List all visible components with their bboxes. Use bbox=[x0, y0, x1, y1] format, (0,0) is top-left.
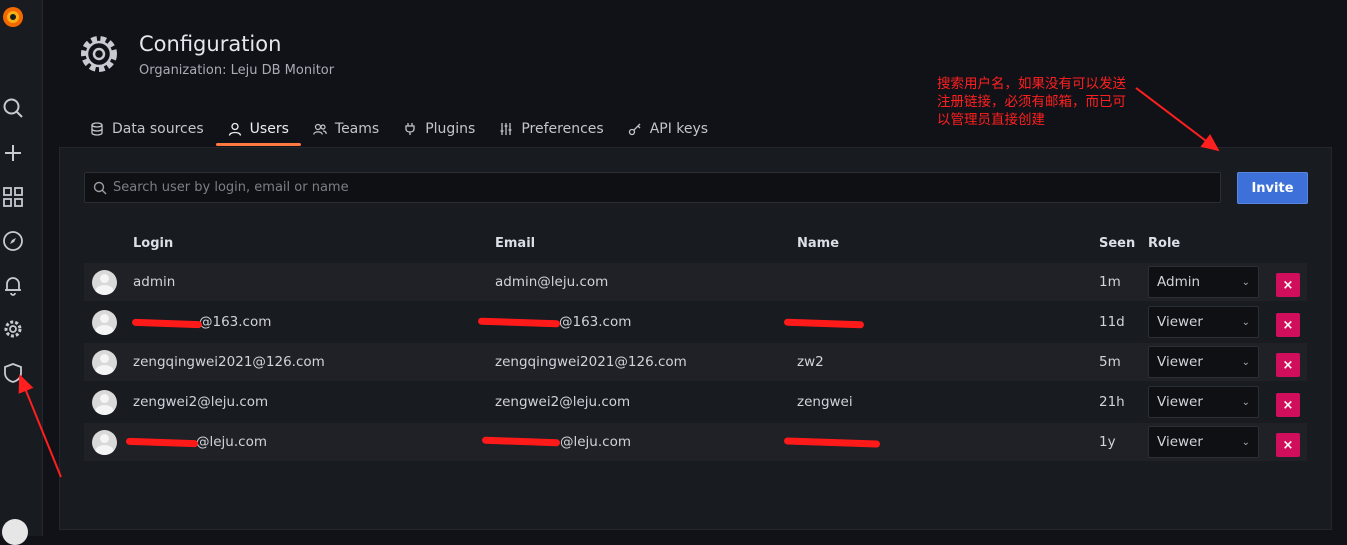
delete-user-button[interactable]: × bbox=[1276, 353, 1300, 377]
chevron-down-icon: ⌄ bbox=[1241, 316, 1250, 328]
seen-cell: 1y bbox=[1099, 434, 1116, 450]
login-cell[interactable]: @163.com bbox=[199, 314, 271, 330]
column-header-login[interactable]: Login bbox=[133, 236, 173, 251]
chevron-down-icon: ⌄ bbox=[1241, 396, 1250, 408]
tab-label: Plugins bbox=[425, 121, 476, 137]
grafana-logo-icon[interactable] bbox=[0, 4, 26, 30]
role-select[interactable]: Viewer ⌄ bbox=[1148, 386, 1259, 418]
sidebar bbox=[0, 0, 43, 545]
redaction-mark bbox=[131, 318, 203, 329]
tab-label: Preferences bbox=[521, 121, 604, 137]
tabs: Data sources Users Teams Plugins Prefere… bbox=[78, 112, 720, 148]
page-title: Configuration bbox=[139, 32, 282, 56]
table-row: zengwei2@leju.com zengwei2@leju.com zeng… bbox=[84, 383, 1307, 421]
chevron-down-icon: ⌄ bbox=[1241, 436, 1250, 448]
tab-plugins[interactable]: Plugins bbox=[391, 112, 487, 146]
email-cell[interactable]: zengwei2@leju.com bbox=[495, 394, 630, 410]
seen-cell: 21h bbox=[1099, 394, 1125, 410]
tab-label: Data sources bbox=[112, 121, 204, 137]
role-select[interactable]: Viewer ⌄ bbox=[1148, 346, 1259, 378]
redaction-mark bbox=[477, 317, 561, 328]
role-value: Admin bbox=[1157, 274, 1201, 290]
avatar bbox=[92, 310, 117, 335]
role-value: Viewer bbox=[1157, 394, 1203, 410]
explore-icon[interactable] bbox=[2, 230, 26, 254]
table-row: admin admin@leju.com 1m Admin ⌄ × bbox=[84, 263, 1307, 301]
sliders-icon bbox=[500, 123, 512, 135]
invite-button[interactable]: Invite bbox=[1237, 172, 1308, 204]
tab-data-sources[interactable]: Data sources bbox=[78, 112, 216, 146]
email-cell[interactable]: zengqingwei2021@126.com bbox=[495, 354, 687, 370]
user-avatar[interactable] bbox=[2, 519, 28, 545]
login-cell[interactable]: zengqingwei2021@126.com bbox=[133, 354, 325, 370]
tab-api-keys[interactable]: API keys bbox=[616, 112, 720, 146]
table-row: zengqingwei2021@126.com zengqingwei2021@… bbox=[84, 343, 1307, 381]
redaction-mark bbox=[481, 436, 561, 447]
shield-icon[interactable] bbox=[2, 362, 26, 386]
delete-user-button[interactable]: × bbox=[1276, 393, 1300, 417]
redaction-mark bbox=[783, 318, 865, 329]
gear-icon[interactable] bbox=[2, 318, 26, 342]
search-input[interactable] bbox=[107, 179, 1220, 196]
tab-teams[interactable]: Teams bbox=[301, 112, 391, 146]
redaction-mark bbox=[125, 437, 199, 448]
database-icon bbox=[91, 122, 103, 136]
tab-users[interactable]: Users bbox=[215, 112, 302, 146]
key-icon bbox=[628, 123, 641, 136]
delete-user-button[interactable]: × bbox=[1276, 273, 1300, 297]
seen-cell: 5m bbox=[1099, 354, 1121, 370]
avatar bbox=[92, 390, 117, 415]
annotation-note: 搜索用户名，如果没有可以发送注册链接，必须有邮箱，而已可以管理员直接创建 bbox=[937, 76, 1126, 128]
role-select[interactable]: Viewer ⌄ bbox=[1148, 426, 1259, 458]
plug-icon bbox=[405, 123, 415, 135]
bell-icon[interactable] bbox=[2, 274, 26, 298]
login-cell[interactable]: @leju.com bbox=[196, 434, 267, 450]
email-cell[interactable]: admin@leju.com bbox=[495, 274, 608, 290]
tab-label: Users bbox=[249, 121, 289, 137]
avatar bbox=[92, 350, 117, 375]
plus-icon[interactable] bbox=[2, 142, 26, 166]
user-icon bbox=[228, 122, 241, 136]
table-row: @163.com @163.com 11d Viewer ⌄ × bbox=[84, 303, 1307, 341]
configuration-gear-icon bbox=[77, 32, 121, 76]
page-subtitle: Organization: Leju DB Monitor bbox=[139, 63, 335, 78]
column-header-seen[interactable]: Seen bbox=[1099, 236, 1135, 251]
role-value: Viewer bbox=[1157, 314, 1203, 330]
users-icon bbox=[313, 123, 327, 135]
chevron-down-icon: ⌄ bbox=[1241, 356, 1250, 368]
search-icon bbox=[93, 181, 107, 194]
search-box[interactable] bbox=[84, 172, 1221, 203]
tab-preferences[interactable]: Preferences bbox=[487, 112, 615, 146]
avatar bbox=[92, 430, 117, 455]
annotation-arrow-invite bbox=[1135, 87, 1220, 152]
avatar bbox=[92, 270, 117, 295]
table-row: @leju.com @leju.com 1y Viewer ⌄ × bbox=[84, 423, 1307, 461]
delete-user-button[interactable]: × bbox=[1276, 313, 1300, 337]
login-cell[interactable]: zengwei2@leju.com bbox=[133, 394, 268, 410]
name-cell[interactable]: zw2 bbox=[797, 354, 824, 370]
delete-user-button[interactable]: × bbox=[1276, 433, 1300, 457]
role-select[interactable]: Admin ⌄ bbox=[1148, 266, 1259, 298]
tab-label: Teams bbox=[334, 121, 380, 137]
role-value: Viewer bbox=[1157, 434, 1203, 450]
seen-cell: 1m bbox=[1099, 274, 1121, 290]
login-cell[interactable]: admin bbox=[133, 274, 175, 290]
tab-label: API keys bbox=[649, 121, 709, 137]
column-header-name[interactable]: Name bbox=[797, 236, 839, 251]
chevron-down-icon: ⌄ bbox=[1241, 276, 1250, 288]
name-cell[interactable]: zengwei bbox=[797, 394, 853, 410]
email-cell[interactable]: @leju.com bbox=[560, 434, 631, 450]
seen-cell: 11d bbox=[1099, 314, 1125, 330]
redaction-mark bbox=[783, 437, 881, 448]
column-header-email[interactable]: Email bbox=[495, 236, 535, 251]
role-value: Viewer bbox=[1157, 354, 1203, 370]
search-icon[interactable] bbox=[2, 97, 26, 121]
role-select[interactable]: Viewer ⌄ bbox=[1148, 306, 1259, 338]
column-header-role[interactable]: Role bbox=[1148, 236, 1180, 251]
dashboards-icon[interactable] bbox=[2, 186, 26, 210]
email-cell[interactable]: @163.com bbox=[559, 314, 631, 330]
